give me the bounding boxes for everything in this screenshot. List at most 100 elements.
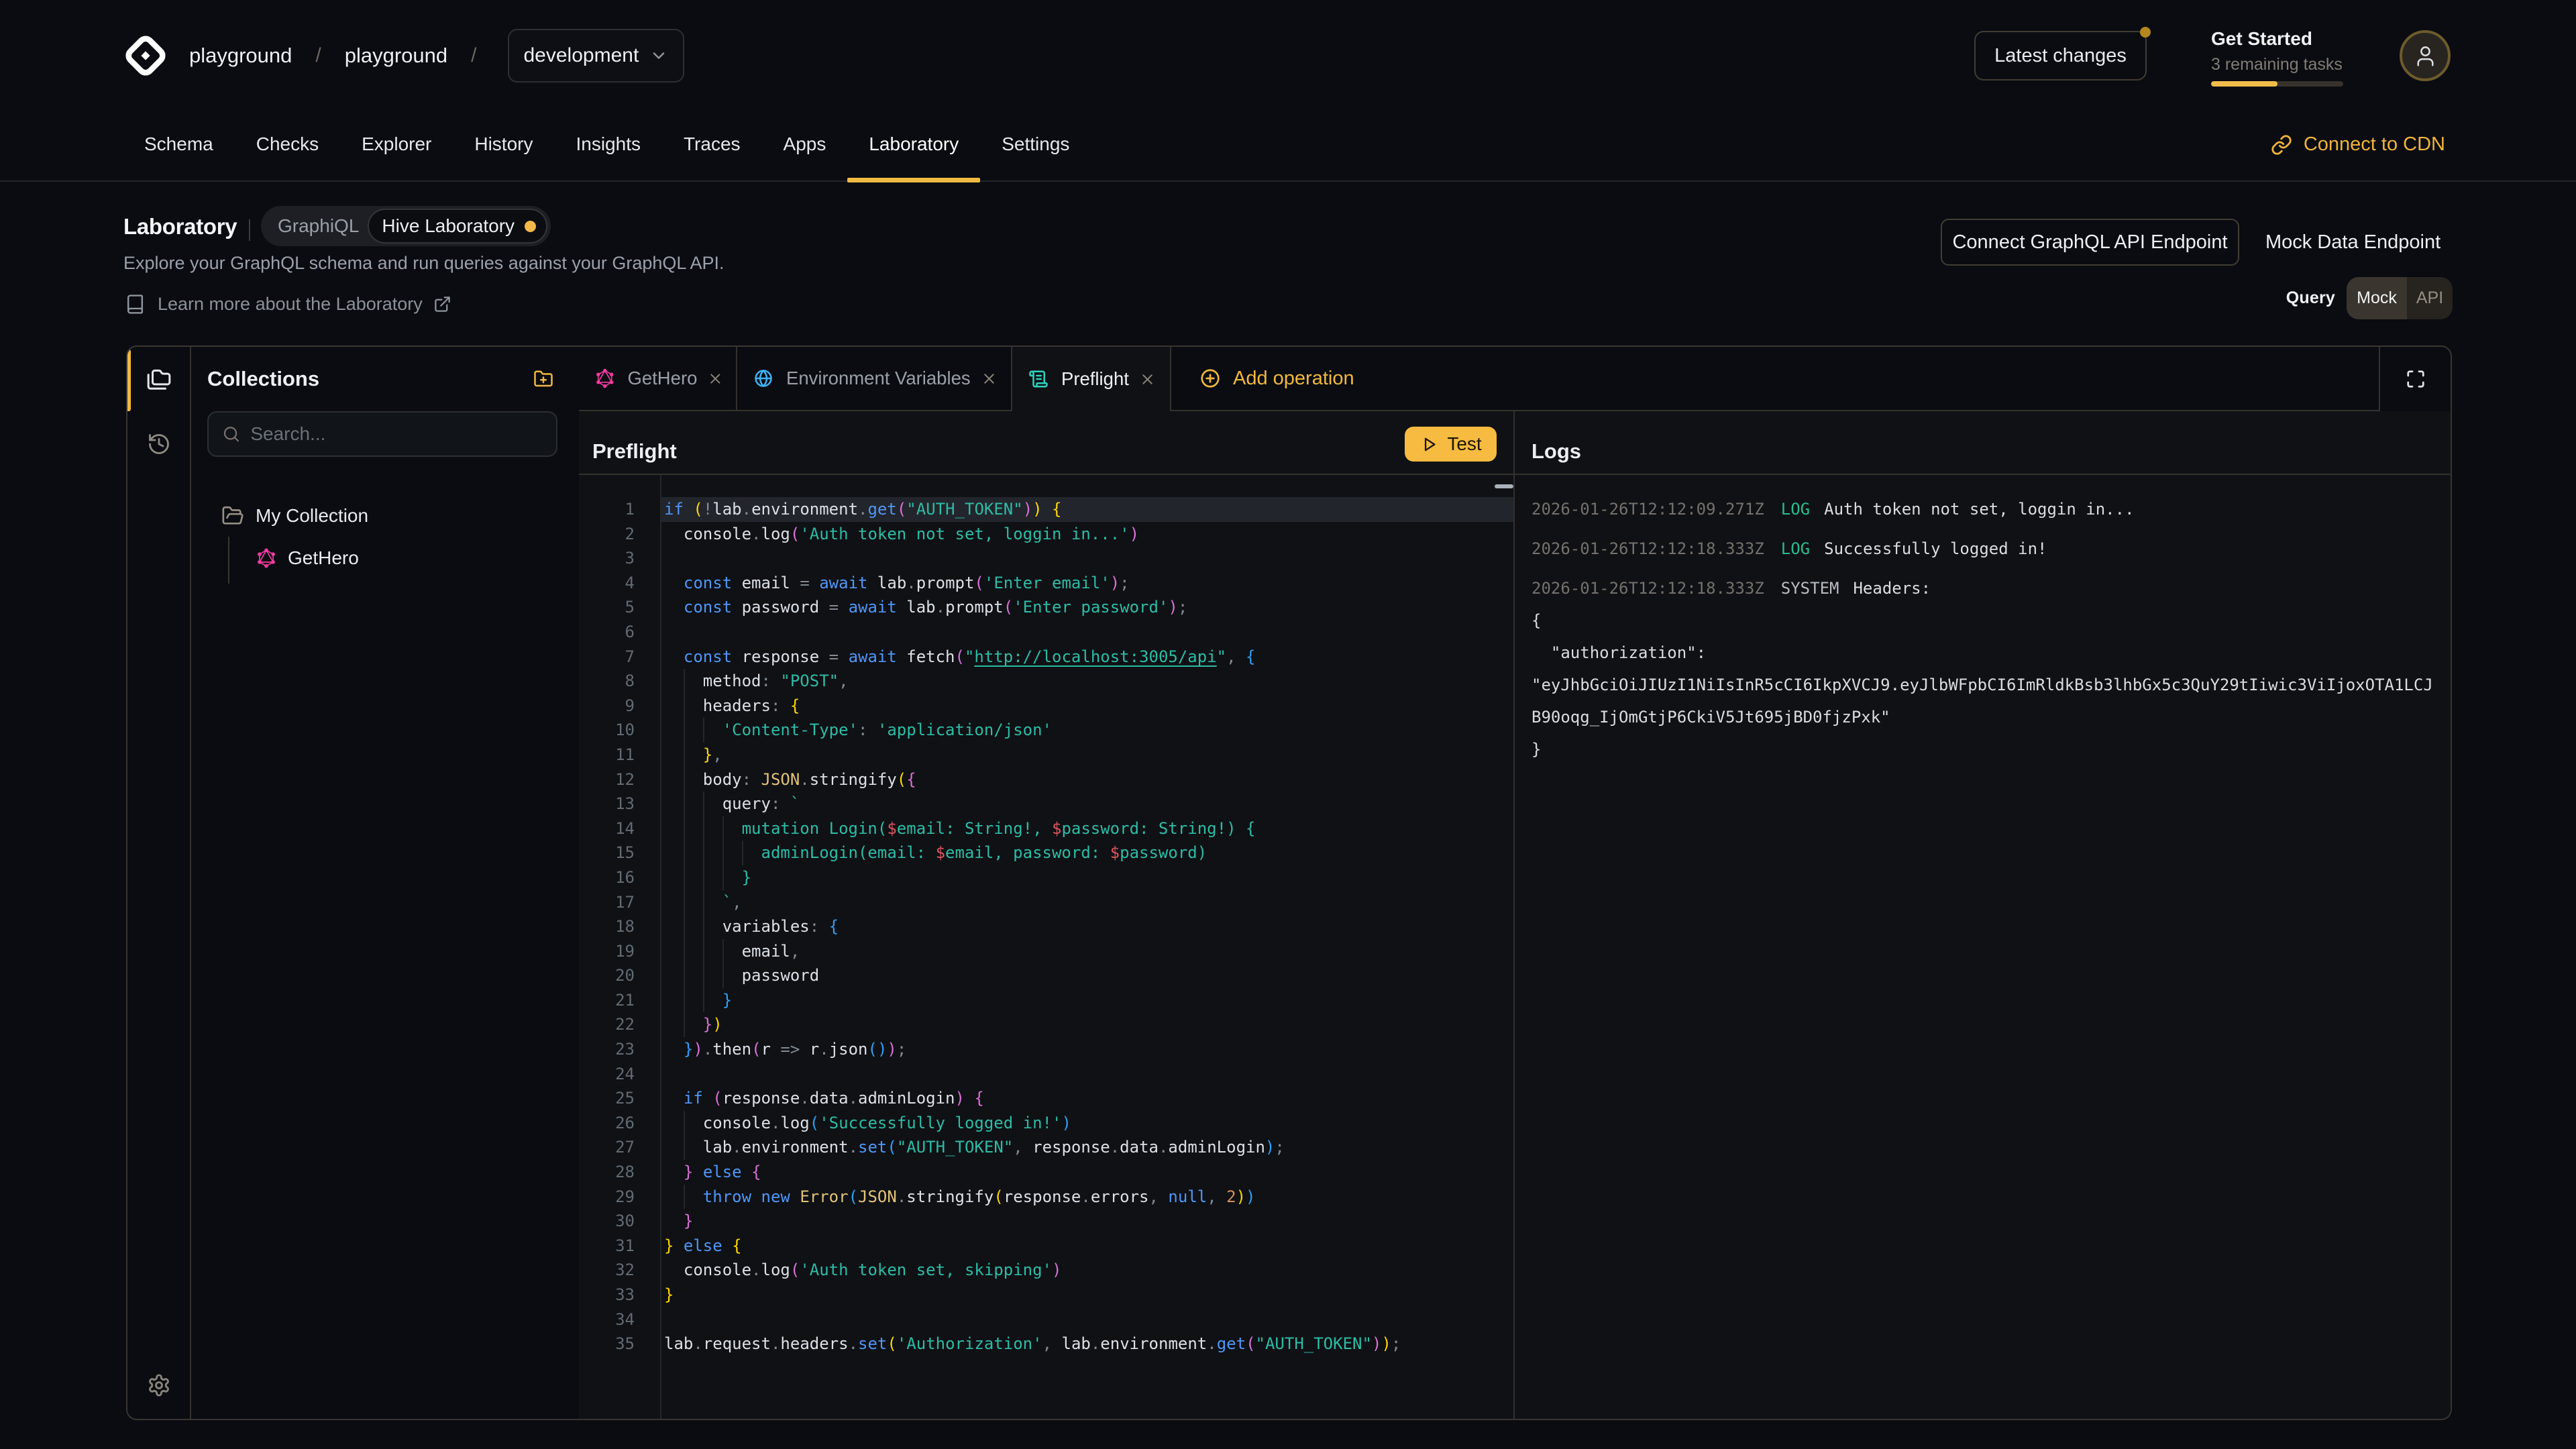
close-icon[interactable] <box>707 370 724 387</box>
indent-guide <box>684 1185 685 1210</box>
user-menu-button[interactable] <box>2400 30 2451 81</box>
new-collection-button[interactable] <box>533 369 553 389</box>
code-token: , <box>1207 1187 1216 1206</box>
nav-item-schema[interactable]: Schema <box>123 111 235 177</box>
nav-item-settings[interactable]: Settings <box>980 111 1091 177</box>
add-operation-button[interactable]: Add operation <box>1199 347 1354 410</box>
test-button[interactable]: Test <box>1405 427 1497 462</box>
collection-folder[interactable]: My Collection <box>221 504 368 527</box>
code-token: $ <box>1052 819 1061 838</box>
code-token <box>664 647 684 666</box>
indent-guide <box>684 718 685 743</box>
code-token: ( <box>867 1040 877 1059</box>
line-number: 2 <box>579 522 635 547</box>
line-number: 15 <box>579 841 635 865</box>
line-number: 22 <box>579 1012 635 1037</box>
target-selector[interactable]: development <box>508 29 685 83</box>
code-line: 'Content-Type': 'application/json' <box>661 718 1513 743</box>
collections-rail-button[interactable] <box>146 366 172 392</box>
code-token: const <box>684 598 732 616</box>
code-token: . <box>849 1334 858 1353</box>
get-started-title: Get Started <box>2211 28 2343 50</box>
code-token <box>664 1212 684 1230</box>
code-token: body <box>664 770 742 789</box>
log-timestamp: 2026-01-26T12:12:18.333Z <box>1532 579 1764 598</box>
nav-item-apps[interactable]: Apps <box>762 111 848 177</box>
indent-guide <box>722 963 724 988</box>
settings-rail-button[interactable] <box>146 1372 172 1399</box>
tab-environment-variables[interactable]: Environment Variables <box>737 347 1012 411</box>
code-token: . <box>742 500 751 519</box>
code-token: . <box>703 1040 712 1059</box>
breadcrumb-project[interactable]: playground <box>345 44 447 68</box>
history-rail-button[interactable] <box>146 431 172 458</box>
code-token: . <box>693 1334 702 1353</box>
search-input[interactable] <box>250 423 543 445</box>
query-label: Query <box>2286 288 2335 308</box>
nav-item-explorer[interactable]: Explorer <box>340 111 453 177</box>
connect-endpoint-button[interactable]: Connect GraphQL API Endpoint <box>1941 219 2239 266</box>
nav-item-insights[interactable]: Insights <box>554 111 662 177</box>
code-token: { <box>732 1236 741 1255</box>
nav-item-laboratory[interactable]: Laboratory <box>847 111 980 177</box>
code-token: headers <box>664 696 771 715</box>
latest-changes-button[interactable]: Latest changes <box>1974 31 2147 80</box>
code-token: await <box>849 598 897 616</box>
close-icon[interactable] <box>981 370 998 387</box>
code-token: . <box>906 574 916 592</box>
nav-item-history[interactable]: History <box>453 111 554 177</box>
code-token: . <box>819 1040 828 1059</box>
close-icon[interactable] <box>1139 371 1156 388</box>
endpoint-option-mock[interactable]: Mock <box>2347 277 2407 319</box>
code-token: . <box>936 598 945 616</box>
code-token <box>839 598 848 616</box>
fullscreen-button[interactable] <box>2379 347 2451 411</box>
tab-preflight[interactable]: Preflight <box>1012 347 1171 411</box>
code-token: . <box>1207 1334 1216 1353</box>
code-token: 'application/json' <box>877 720 1052 739</box>
tab-gethero[interactable]: GetHero <box>579 347 737 411</box>
settings-icon <box>147 1373 171 1397</box>
code-token: const <box>684 574 732 592</box>
code-token: $ <box>887 819 896 838</box>
line-number: 1 <box>579 497 635 522</box>
indent-guide <box>703 816 704 841</box>
endpoint-option-api[interactable]: API <box>2407 277 2453 319</box>
connect-to-cdn-link[interactable]: Connect to CDN <box>2271 111 2445 178</box>
learn-more-link[interactable]: Learn more about the Laboratory <box>125 294 451 315</box>
code-token <box>771 672 780 690</box>
line-number: 20 <box>579 963 635 988</box>
code-token: lab <box>897 598 936 616</box>
preflight-code-editor[interactable]: 1234567891011121314151617181920212223242… <box>579 475 1513 1419</box>
code-token: . <box>732 1138 741 1157</box>
code-token <box>839 647 848 666</box>
hive-logo[interactable] <box>123 34 168 78</box>
nav-item-label: Checks <box>256 133 319 155</box>
latest-changes-label: Latest changes <box>1994 45 2127 67</box>
collections-icon <box>146 366 172 392</box>
indent-guide <box>722 841 724 865</box>
mode-option-hive-laboratory[interactable]: Hive Laboratory <box>368 209 547 244</box>
code-token: ( <box>974 574 983 592</box>
indent-guide <box>703 939 704 964</box>
collections-search[interactable] <box>207 411 557 457</box>
breadcrumb-org[interactable]: playground <box>189 44 292 68</box>
indent-guide <box>684 963 685 988</box>
code-token: environment <box>742 1138 849 1157</box>
code-token: , <box>1226 647 1236 666</box>
code-token: => <box>780 1040 800 1059</box>
line-number: 17 <box>579 890 635 915</box>
nav-item-traces[interactable]: Traces <box>662 111 762 177</box>
code-line: email, <box>661 939 1513 964</box>
mode-option-graphiql[interactable]: GraphiQL <box>261 215 368 237</box>
nav-item-checks[interactable]: Checks <box>235 111 340 177</box>
operation-item-gethero[interactable]: GetHero <box>256 547 359 569</box>
editor-logs-divider[interactable] <box>1513 411 1515 1419</box>
mock-endpoint-button[interactable]: Mock Data Endpoint <box>2265 219 2440 266</box>
code-token <box>1236 647 1246 666</box>
code-token: get <box>867 500 896 519</box>
get-started-widget[interactable]: Get Started 3 remaining tasks <box>2211 28 2343 87</box>
code-token: lab <box>1052 1334 1091 1353</box>
line-number: 18 <box>579 914 635 939</box>
code-token: password) <box>1120 843 1207 862</box>
